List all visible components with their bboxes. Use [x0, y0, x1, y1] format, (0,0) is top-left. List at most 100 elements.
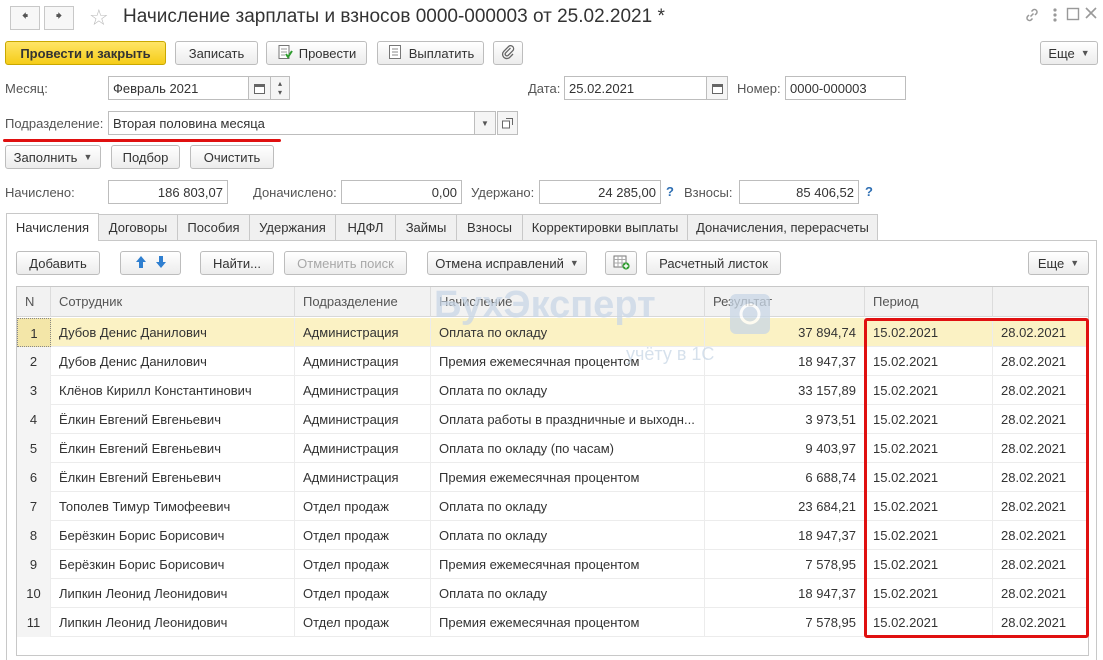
- division-dropdown-icon[interactable]: ▼: [474, 111, 496, 135]
- month-stepper[interactable]: ▴ ▾: [270, 76, 290, 100]
- cell-division[interactable]: Администрация: [295, 376, 431, 405]
- open-icon[interactable]: [497, 111, 518, 135]
- fill-button[interactable]: Заполнить ▼: [5, 145, 101, 169]
- cell-result[interactable]: 33 157,89: [705, 376, 865, 405]
- pay-button[interactable]: Выплатить: [377, 41, 484, 65]
- cell-employee[interactable]: Ёлкин Евгений Евгеньевич: [51, 463, 295, 492]
- cell-employee[interactable]: Берёзкин Борис Борисович: [51, 521, 295, 550]
- withheld-help-icon[interactable]: ?: [666, 184, 674, 199]
- cell-division[interactable]: Отдел продаж: [295, 492, 431, 521]
- cell-division[interactable]: Отдел продаж: [295, 521, 431, 550]
- table-more-button[interactable]: Еще ▼: [1028, 251, 1089, 275]
- cell-accrual[interactable]: Оплата по окладу: [431, 579, 705, 608]
- division-field[interactable]: Вторая половина месяца: [108, 111, 475, 135]
- cell-division[interactable]: Отдел продаж: [295, 550, 431, 579]
- date-field[interactable]: 25.02.2021: [564, 76, 707, 100]
- cell-employee[interactable]: Липкин Леонид Леонидович: [51, 579, 295, 608]
- cell-n[interactable]: 1: [17, 318, 51, 347]
- col-header-employee[interactable]: Сотрудник: [51, 287, 295, 317]
- cell-accrual[interactable]: Оплата по окладу: [431, 318, 705, 347]
- tab-payment-corrections[interactable]: Корректировки выплаты: [522, 214, 688, 240]
- arrow-down-icon[interactable]: [155, 255, 167, 272]
- contributions-help-icon[interactable]: ?: [865, 184, 873, 199]
- cell-result[interactable]: 23 684,21: [705, 492, 865, 521]
- post-and-close-button[interactable]: Провести и закрыть: [5, 41, 166, 65]
- cancel-search-button[interactable]: Отменить поиск: [284, 251, 407, 275]
- cell-result[interactable]: 6 688,74: [705, 463, 865, 492]
- tab-accruals[interactable]: Начисления: [6, 213, 99, 241]
- cell-division[interactable]: Отдел продаж: [295, 579, 431, 608]
- tab-loans[interactable]: Займы: [395, 214, 457, 240]
- cell-n[interactable]: 8: [17, 521, 51, 550]
- cell-employee[interactable]: Дубов Денис Данилович: [51, 347, 295, 376]
- col-header-result[interactable]: Результат: [705, 287, 865, 317]
- pick-button[interactable]: Подбор: [111, 145, 180, 169]
- cell-result[interactable]: 3 973,51: [705, 405, 865, 434]
- cell-employee[interactable]: Тополев Тимур Тимофеевич: [51, 492, 295, 521]
- cell-n[interactable]: 4: [17, 405, 51, 434]
- cell-employee[interactable]: Липкин Леонид Леонидович: [51, 608, 295, 637]
- tab-benefits[interactable]: Пособия: [177, 214, 250, 240]
- cell-accrual[interactable]: Оплата по окладу: [431, 492, 705, 521]
- cell-n[interactable]: 3: [17, 376, 51, 405]
- find-button[interactable]: Найти...: [200, 251, 274, 275]
- cell-result[interactable]: 18 947,37: [705, 521, 865, 550]
- cell-accrual[interactable]: Премия ежемесячная процентом: [431, 550, 705, 579]
- write-button[interactable]: Записать: [175, 41, 258, 65]
- forward-button[interactable]: 🠺: [44, 6, 74, 30]
- stepper-down-icon[interactable]: ▾: [278, 88, 282, 97]
- cell-employee[interactable]: Ёлкин Евгений Евгеньевич: [51, 434, 295, 463]
- cell-employee[interactable]: Дубов Денис Данилович: [51, 318, 295, 347]
- col-header-n[interactable]: N: [17, 287, 51, 317]
- cell-accrual[interactable]: Оплата по окладу (по часам): [431, 434, 705, 463]
- cell-division[interactable]: Администрация: [295, 434, 431, 463]
- cell-accrual[interactable]: Оплата по окладу: [431, 521, 705, 550]
- withheld-field[interactable]: 24 285,00: [539, 180, 661, 204]
- tab-contracts[interactable]: Договоры: [98, 214, 178, 240]
- col-header-period[interactable]: Период: [865, 287, 993, 317]
- cell-division[interactable]: Администрация: [295, 463, 431, 492]
- cell-n[interactable]: 9: [17, 550, 51, 579]
- cell-result[interactable]: 37 894,74: [705, 318, 865, 347]
- post-button[interactable]: Провести: [266, 41, 367, 65]
- col-header-accrual[interactable]: Начисление: [431, 287, 705, 317]
- cell-result[interactable]: 7 578,95: [705, 608, 865, 637]
- accrued-field[interactable]: 186 803,07: [108, 180, 228, 204]
- contributions-field[interactable]: 85 406,52: [739, 180, 859, 204]
- cell-accrual[interactable]: Оплата по окладу: [431, 376, 705, 405]
- more-button[interactable]: Еще ▼: [1040, 41, 1098, 65]
- cell-accrual[interactable]: Премия ежемесячная процентом: [431, 347, 705, 376]
- tab-contributions[interactable]: Взносы: [456, 214, 523, 240]
- cell-division[interactable]: Администрация: [295, 405, 431, 434]
- cell-result[interactable]: 9 403,97: [705, 434, 865, 463]
- cell-n[interactable]: 7: [17, 492, 51, 521]
- col-header-division[interactable]: Подразделение: [295, 287, 431, 317]
- extra-accrued-field[interactable]: 0,00: [341, 180, 462, 204]
- attach-button[interactable]: [493, 41, 523, 65]
- link-icon[interactable]: [1024, 7, 1040, 28]
- cell-n[interactable]: 10: [17, 579, 51, 608]
- payslip-button[interactable]: Расчетный листок: [646, 251, 781, 275]
- arrow-up-icon[interactable]: [135, 255, 147, 272]
- tab-deductions[interactable]: Удержания: [249, 214, 336, 240]
- cell-n[interactable]: 2: [17, 347, 51, 376]
- clear-button[interactable]: Очистить: [190, 145, 274, 169]
- cell-n[interactable]: 6: [17, 463, 51, 492]
- cell-result[interactable]: 7 578,95: [705, 550, 865, 579]
- cell-division[interactable]: Администрация: [295, 318, 431, 347]
- cell-accrual[interactable]: Премия ежемесячная процентом: [431, 463, 705, 492]
- stepper-up-icon[interactable]: ▴: [278, 79, 282, 88]
- cancel-fixes-button[interactable]: Отмена исправлений ▼: [427, 251, 587, 275]
- tab-ndfl[interactable]: НДФЛ: [335, 214, 396, 240]
- cell-employee[interactable]: Берёзкин Борис Борисович: [51, 550, 295, 579]
- more-vertical-icon[interactable]: [1052, 7, 1058, 28]
- cell-division[interactable]: Администрация: [295, 347, 431, 376]
- cell-division[interactable]: Отдел продаж: [295, 608, 431, 637]
- cell-accrual[interactable]: Премия ежемесячная процентом: [431, 608, 705, 637]
- cell-n[interactable]: 11: [17, 608, 51, 637]
- cell-employee[interactable]: Ёлкин Евгений Евгеньевич: [51, 405, 295, 434]
- calendar-icon[interactable]: [248, 76, 271, 100]
- cell-result[interactable]: 18 947,37: [705, 579, 865, 608]
- star-icon[interactable]: ☆: [89, 5, 109, 31]
- cell-accrual[interactable]: Оплата работы в праздничные и выходн...: [431, 405, 705, 434]
